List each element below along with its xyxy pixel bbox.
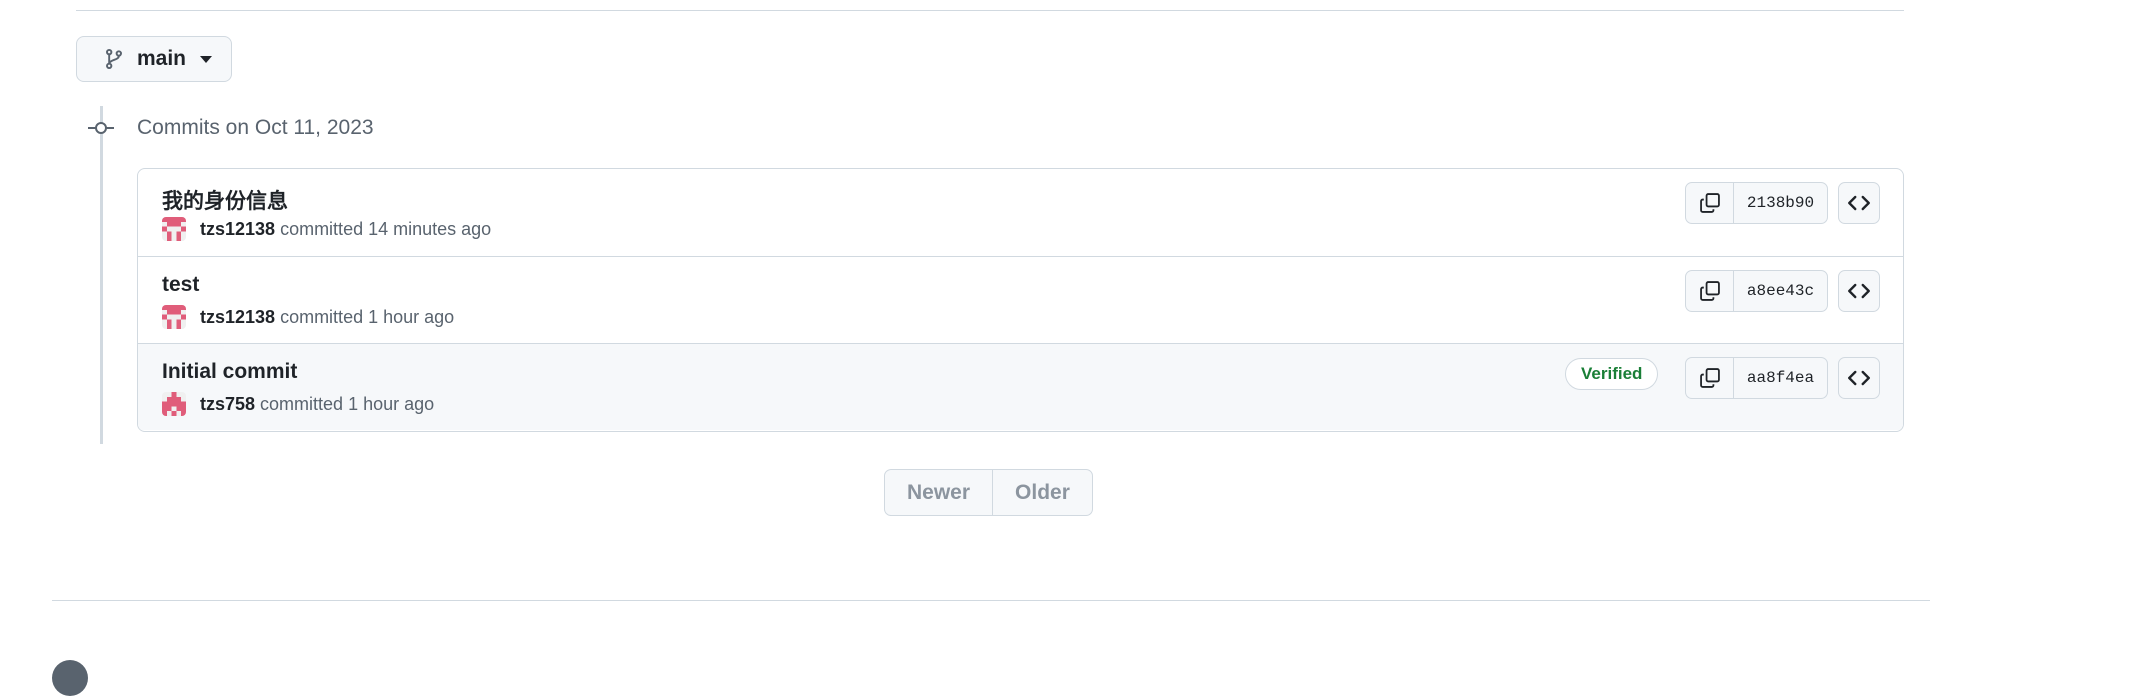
commit-meta: tzs12138 committed 1 hour ago (162, 305, 454, 329)
commit-author-link[interactable]: tzs12138 (200, 307, 275, 328)
code-icon (1848, 195, 1870, 211)
branch-selector-button[interactable]: main (76, 36, 232, 82)
commit-sha-link[interactable]: a8ee43c (1734, 271, 1827, 311)
copy-sha-button[interactable] (1686, 358, 1734, 398)
footer-divider (52, 600, 1930, 601)
commit-sha-group: aa8f4ea (1685, 357, 1828, 399)
commit-author-link[interactable]: tzs758 (200, 394, 255, 415)
copy-sha-button[interactable] (1686, 183, 1734, 223)
git-branch-icon (106, 48, 122, 70)
avatar[interactable] (162, 305, 186, 329)
newer-button[interactable]: Newer (885, 470, 992, 515)
commit-action-text: committed (280, 306, 364, 327)
commit-meta: tzs12138 committed 14 minutes ago (162, 217, 491, 241)
commit-row: Initial commit tzs758 committed 1 hour a… (138, 343, 1903, 430)
avatar[interactable] (162, 217, 186, 241)
top-divider (76, 10, 1904, 11)
commit-group-title: Commits on Oct 11, 2023 (137, 116, 374, 139)
branch-name: main (137, 47, 187, 70)
commit-sha-group: a8ee43c (1685, 270, 1828, 312)
commit-time: 14 minutes ago (368, 218, 492, 239)
commit-message-link[interactable]: test (162, 273, 199, 297)
chevron-down-icon (200, 55, 213, 63)
commit-author-link[interactable]: tzs12138 (200, 219, 275, 240)
commit-sha-link[interactable]: 2138b90 (1734, 183, 1827, 223)
commit-action-text: committed (260, 393, 344, 414)
copy-sha-button[interactable] (1686, 271, 1734, 311)
older-button[interactable]: Older (992, 470, 1092, 515)
browse-repo-button[interactable] (1838, 270, 1880, 312)
timeline-line (100, 106, 103, 444)
pagination: Newer Older (884, 469, 1093, 516)
verified-badge[interactable]: Verified (1565, 358, 1659, 390)
copy-icon (1699, 193, 1720, 213)
commit-sha-link[interactable]: aa8f4ea (1734, 358, 1827, 398)
commit-row: 我的身份信息 tzs12138 committed 14 minutes ago… (138, 169, 1903, 256)
commit-message-link[interactable]: 我的身份信息 (162, 185, 288, 215)
code-icon (1848, 283, 1870, 299)
commit-action-text: committed (280, 218, 364, 239)
commit-sha-group: 2138b90 (1685, 182, 1828, 224)
commit-message-link[interactable]: Initial commit (162, 360, 297, 384)
commit-meta: tzs758 committed 1 hour ago (162, 392, 434, 416)
github-logo-icon[interactable] (52, 660, 88, 696)
avatar[interactable] (162, 392, 186, 416)
commit-row: test tzs12138 committed 1 hour ago a8ee4… (138, 256, 1903, 343)
browse-repo-button[interactable] (1838, 182, 1880, 224)
code-icon (1848, 370, 1870, 386)
copy-icon (1699, 281, 1720, 301)
copy-icon (1699, 368, 1720, 388)
commit-list: 我的身份信息 tzs12138 committed 14 minutes ago… (137, 168, 1904, 432)
browse-repo-button[interactable] (1838, 357, 1880, 399)
commit-time: 1 hour ago (368, 306, 455, 327)
git-commit-icon (88, 122, 114, 134)
commit-time: 1 hour ago (348, 393, 435, 414)
